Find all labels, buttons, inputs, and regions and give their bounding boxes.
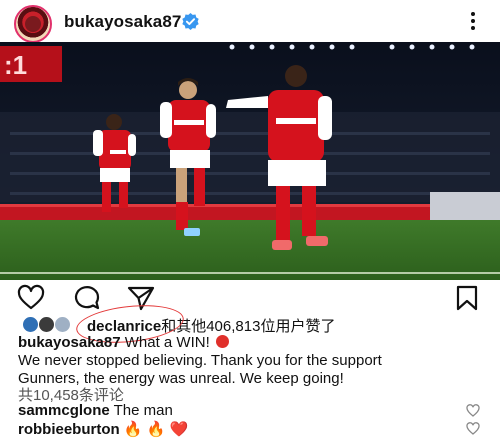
avatar[interactable] <box>14 5 52 43</box>
liker-avatar[interactable] <box>38 316 55 333</box>
comment-username[interactable]: robbieeburton <box>18 421 120 438</box>
red-circle-emoji <box>215 335 229 348</box>
post-header: bukayosaka87 <box>0 0 500 43</box>
liker-avatar[interactable] <box>54 316 71 333</box>
likes-row: declanrice和其他406,813位用户赞了 <box>0 314 500 336</box>
post-caption: bukayosaka87 What a WIN! We never stoppe… <box>18 334 488 388</box>
likes-count-text: 和其他406,813位用户赞了 <box>161 318 336 335</box>
comment-row: sammcglone The man <box>18 402 173 419</box>
post-username[interactable]: bukayosaka87 <box>64 12 181 32</box>
liker-avatar[interactable] <box>22 316 39 333</box>
verified-badge-icon <box>182 12 199 31</box>
stadium-photo: :1 <box>0 42 500 280</box>
caption-line-1: What a WIN! <box>124 334 210 351</box>
comment-icon[interactable] <box>72 284 102 312</box>
caption-username[interactable]: bukayosaka87 <box>18 334 121 351</box>
first-liker-username[interactable]: declanrice <box>87 318 161 335</box>
comment-text: 🔥 🔥 ❤️ <box>123 421 189 438</box>
caption-line-2: We never stopped believing. Thank you fo… <box>18 352 382 369</box>
action-bar <box>0 284 500 312</box>
send-icon[interactable] <box>126 284 156 312</box>
svg-text::1: :1 <box>4 50 27 80</box>
bookmark-icon[interactable] <box>452 284 482 312</box>
likes-summary[interactable]: declanrice和其他406,813位用户赞了 <box>87 315 335 336</box>
comment-row: robbieeburton 🔥 🔥 ❤️ <box>18 420 188 438</box>
heart-outline-icon[interactable] <box>16 284 46 312</box>
post-photo[interactable]: :1 <box>0 42 500 280</box>
more-options-icon[interactable] <box>468 11 478 33</box>
comment-username[interactable]: sammcglone <box>18 402 110 419</box>
comment-text: The man <box>113 402 173 419</box>
comment-like-icon[interactable] <box>466 422 480 435</box>
comment-like-icon[interactable] <box>466 404 480 417</box>
